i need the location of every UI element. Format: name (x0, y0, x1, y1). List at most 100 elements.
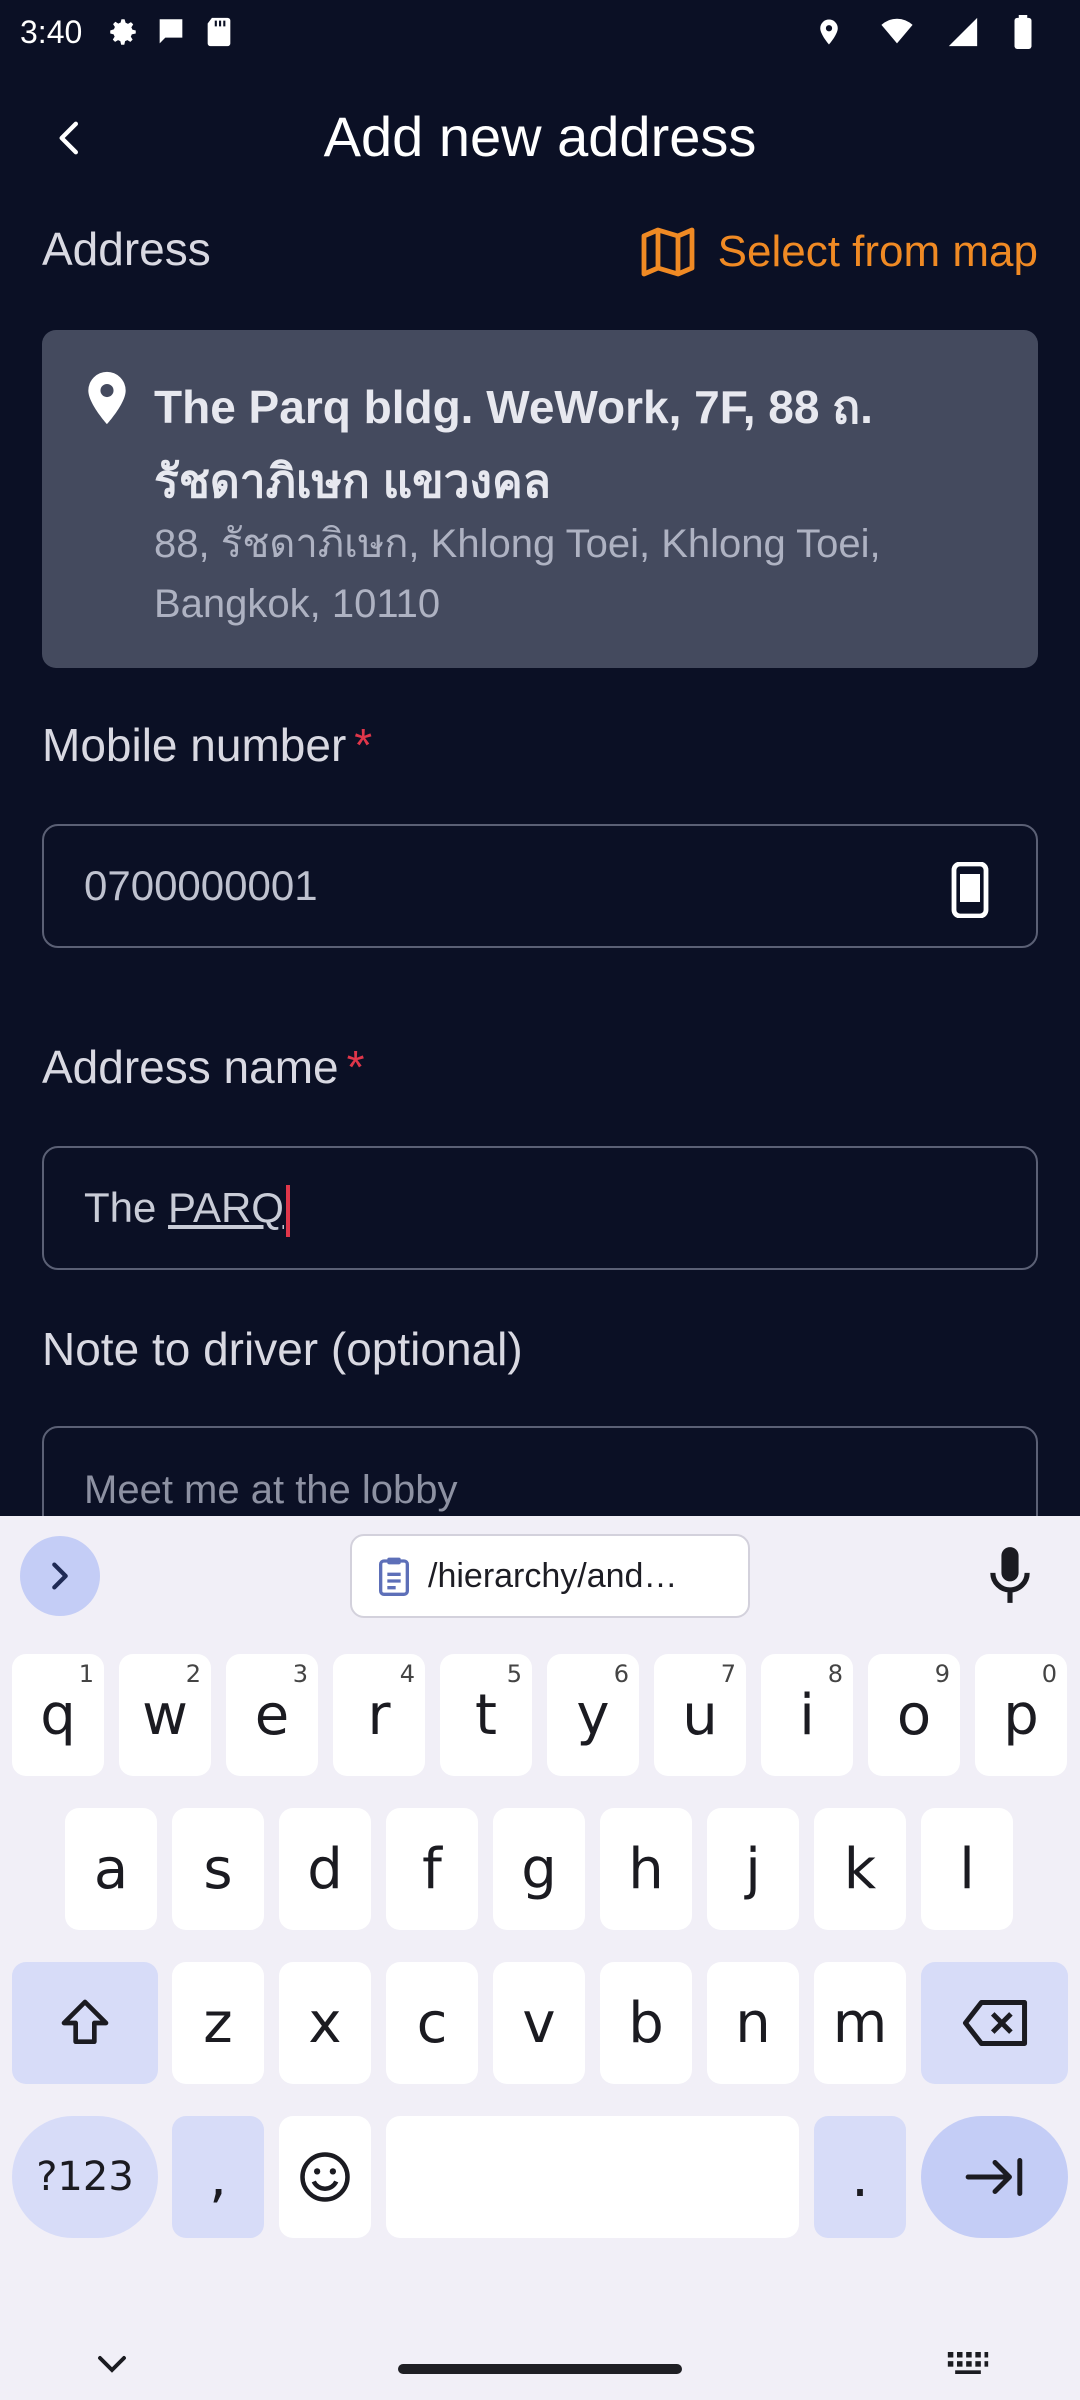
address-label: Address (42, 223, 211, 275)
comma-key[interactable]: , (172, 2116, 264, 2238)
key-number-hint: 7 (720, 1660, 736, 1688)
emoji-smiley-icon (300, 2152, 350, 2202)
key-label: o (896, 1682, 932, 1748)
key-t[interactable]: t5 (440, 1654, 532, 1776)
address-primary-line: The Parq bldg. WeWork, 7F, 88 ถ. รัชดาภิ… (154, 381, 873, 507)
key-number-hint: 8 (827, 1660, 843, 1688)
battery-icon (1012, 15, 1046, 49)
tab-arrow-icon (965, 2157, 1022, 2197)
key-number-hint: 0 (1041, 1660, 1057, 1688)
app-header: Add new address (0, 90, 1080, 186)
next-field-key[interactable] (921, 2116, 1068, 2238)
key-number-hint: 1 (78, 1660, 94, 1688)
key-z[interactable]: z (172, 1962, 264, 2084)
wifi-icon (880, 15, 914, 49)
mobile-phone-icon (951, 862, 989, 918)
location-pin-icon (88, 371, 126, 425)
address-name-field[interactable]: The PARQ (42, 1146, 1038, 1270)
key-e[interactable]: e3 (226, 1654, 318, 1776)
chat-bubble-icon (154, 15, 188, 49)
key-y[interactable]: y6 (547, 1654, 639, 1776)
sd-card-icon (202, 15, 236, 49)
emoji-key[interactable] (279, 2116, 371, 2238)
address-name-value-prefix: The (84, 1184, 169, 1231)
address-name-value: The PARQ (84, 1184, 290, 1237)
shift-key[interactable] (12, 1962, 158, 2084)
microphone-icon (990, 1547, 1030, 1603)
key-label: t (475, 1682, 497, 1748)
status-bar: 3:40 (0, 0, 1080, 64)
keyboard-suggestion-bar: /hierarchy/and… (0, 1516, 1080, 1636)
key-m[interactable]: m (814, 1962, 906, 2084)
chevron-right-icon (52, 1562, 68, 1590)
key-c[interactable]: c (386, 1962, 478, 2084)
keyboard-toolbar-expand-button[interactable] (20, 1536, 100, 1616)
key-label: i (799, 1682, 815, 1748)
settings-gear-icon (106, 15, 140, 49)
voice-input-button[interactable] (980, 1540, 1040, 1610)
key-j[interactable]: j (707, 1808, 799, 1930)
period-key[interactable]: . (814, 2116, 906, 2238)
keyboard-switcher-icon[interactable] (946, 2350, 990, 2376)
hide-keyboard-chevron-icon[interactable] (94, 2352, 130, 2376)
key-n[interactable]: n (707, 1962, 799, 2084)
map-icon (641, 227, 695, 277)
clipboard-icon (379, 1557, 409, 1596)
address-name-label: Address name * (42, 1040, 365, 1094)
location-icon (814, 15, 848, 49)
key-k[interactable]: k (814, 1808, 906, 1930)
mobile-number-label: Mobile number * (42, 718, 372, 772)
key-h[interactable]: h (600, 1808, 692, 1930)
key-d[interactable]: d (279, 1808, 371, 1930)
status-time: 3:40 (20, 13, 83, 50)
mobile-number-value: 0700000001 (84, 862, 318, 909)
clipboard-suggestion-chip[interactable]: /hierarchy/and… (350, 1534, 750, 1618)
key-number-hint: 9 (934, 1660, 950, 1688)
text-caret (285, 1184, 290, 1237)
note-placeholder: Meet me at the lobby (84, 1468, 458, 1512)
key-f[interactable]: f (386, 1808, 478, 1930)
address-name-value-composing: PARQ (168, 1184, 284, 1231)
space-key[interactable] (386, 2116, 799, 2238)
key-number-hint: 6 (613, 1660, 629, 1688)
key-q[interactable]: q1 (12, 1654, 104, 1776)
select-from-map-label: Select from map (717, 227, 1038, 276)
required-asterisk: * (346, 1041, 365, 1093)
key-o[interactable]: o9 (868, 1654, 960, 1776)
selected-address-card[interactable]: The Parq bldg. WeWork, 7F, 88 ถ. รัชดาภิ… (42, 330, 1038, 668)
key-b[interactable]: b (600, 1962, 692, 2084)
key-label: u (682, 1682, 718, 1748)
key-number-hint: 5 (506, 1660, 522, 1688)
key-label: r (367, 1682, 391, 1748)
key-v[interactable]: v (493, 1962, 585, 2084)
key-x[interactable]: x (279, 1962, 371, 2084)
backspace-icon (962, 2000, 1027, 2046)
key-number-hint: 4 (399, 1660, 415, 1688)
key-number-hint: 3 (292, 1660, 308, 1688)
key-i[interactable]: i8 (761, 1654, 853, 1776)
note-to-driver-label: Note to driver (optional) (42, 1323, 523, 1375)
key-u[interactable]: u7 (654, 1654, 746, 1776)
key-label: p (1003, 1682, 1039, 1748)
symbols-key[interactable]: ?123 (12, 2116, 158, 2238)
select-from-map-button[interactable]: Select from map (640, 222, 1038, 282)
required-asterisk: * (354, 719, 373, 771)
signal-icon (946, 15, 980, 49)
shift-arrow-icon (61, 1999, 109, 2044)
home-gesture-bar[interactable] (398, 2364, 682, 2374)
key-w[interactable]: w2 (119, 1654, 211, 1776)
key-a[interactable]: a (65, 1808, 157, 1930)
key-l[interactable]: l (921, 1808, 1013, 1930)
clipboard-chip-text: /hierarchy/and… (428, 1556, 678, 1595)
key-r[interactable]: r4 (333, 1654, 425, 1776)
backspace-key[interactable] (921, 1962, 1068, 2084)
key-p[interactable]: p0 (975, 1654, 1067, 1776)
key-label: q (40, 1682, 76, 1748)
key-g[interactable]: g (493, 1808, 585, 1930)
key-s[interactable]: s (172, 1808, 264, 1930)
soft-keyboard: /hierarchy/and… ?123 , . q1w2e3r4t5y6u7i… (0, 1516, 1080, 2400)
address-name-label-text: Address name (42, 1041, 339, 1093)
mobile-number-label-text: Mobile number (42, 719, 347, 771)
mobile-number-field[interactable]: 0700000001 (42, 824, 1038, 948)
key-label: y (576, 1682, 610, 1748)
